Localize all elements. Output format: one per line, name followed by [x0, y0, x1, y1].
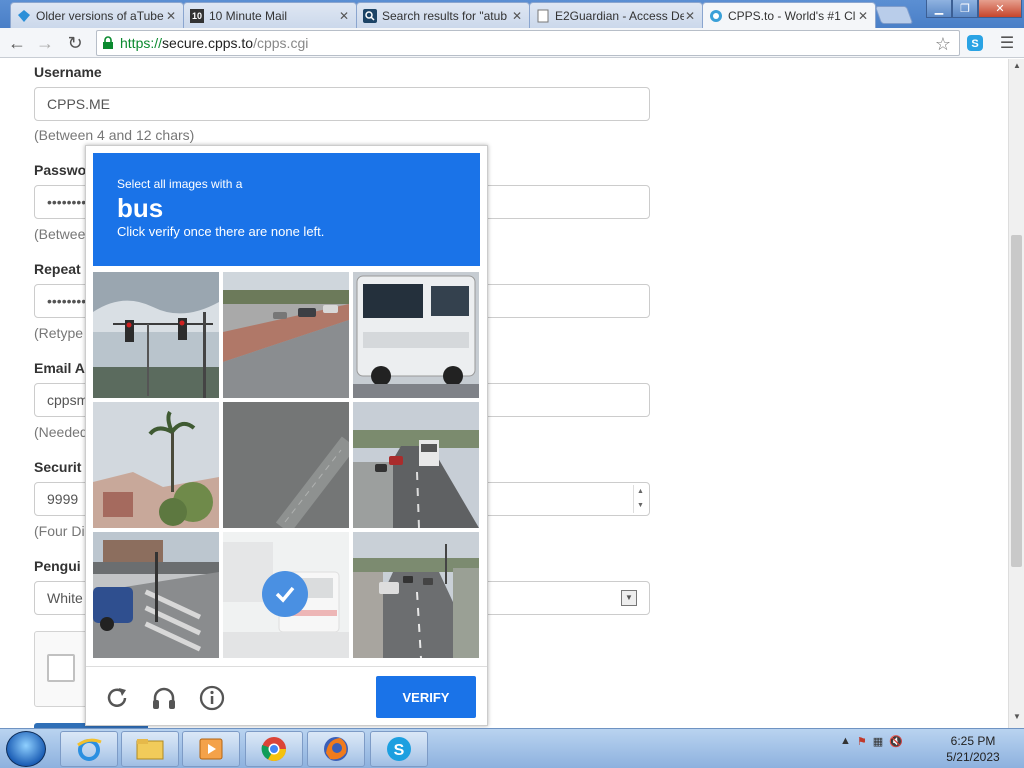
bookmark-star-icon[interactable]: ☆	[935, 34, 951, 55]
clock[interactable]: 6:25 PM 5/21/2023	[936, 733, 1010, 765]
close-icon[interactable]: ✕	[857, 9, 869, 23]
svg-text:S: S	[971, 38, 978, 50]
page-icon	[536, 9, 550, 23]
system-tray: ▲ ⚑ ▦ 🔇	[840, 735, 903, 748]
password-help: (Betwee	[34, 226, 86, 242]
firefox-icon[interactable]	[307, 731, 365, 767]
address-bar[interactable]: https://secure.cpps.to/cpps.cgi ☆	[96, 30, 960, 56]
username-input[interactable]: CPPS.ME	[34, 87, 650, 121]
close-icon[interactable]: ✕	[511, 9, 523, 23]
challenge-tile-street-bus[interactable]	[353, 402, 479, 528]
email-label: Email A	[34, 360, 85, 376]
challenge-tile-storefront-bus[interactable]	[223, 532, 349, 658]
url-protocol: https://	[120, 35, 163, 51]
challenge-tile-road-cars[interactable]	[223, 272, 349, 398]
internet-explorer-icon[interactable]	[60, 731, 118, 767]
lock-icon	[103, 36, 113, 49]
challenge-footer: VERIFY	[86, 666, 487, 726]
repeat-password-label: Repeat	[34, 261, 81, 277]
captcha-challenge: Select all images with a bus Click verif…	[85, 145, 488, 726]
close-icon[interactable]: ✕	[684, 9, 696, 23]
close-icon[interactable]: ✕	[165, 9, 177, 23]
selected-check-icon	[262, 571, 308, 617]
scroll-thumb[interactable]	[1011, 235, 1022, 567]
security-value: 9999	[47, 491, 79, 507]
tab-search-results[interactable]: Search results for "atub ✕	[356, 2, 530, 28]
back-icon[interactable]: ←	[6, 32, 28, 54]
minimize-button[interactable]: ▁	[926, 0, 952, 18]
username-help: (Between 4 and 12 chars)	[34, 127, 195, 143]
tab-strip: Older versions of aTube ✕ 10 10 Minute M…	[0, 0, 1024, 28]
security-label: Securit	[34, 459, 82, 475]
cpps-icon	[709, 9, 723, 23]
volume-muted-icon[interactable]: 🔇	[889, 735, 903, 748]
headphones-icon[interactable]	[151, 685, 177, 711]
security-help: (Four Di	[34, 523, 85, 539]
info-icon[interactable]	[199, 685, 225, 711]
email-help: (Needed	[34, 424, 88, 440]
clock-time: 6:25 PM	[950, 734, 996, 748]
penguin-color-value: White	[47, 590, 83, 606]
file-explorer-icon[interactable]	[121, 731, 179, 767]
10-icon: 10	[190, 8, 204, 23]
skype-icon[interactable]: S	[370, 731, 428, 767]
show-hidden-icons-icon[interactable]: ▲	[840, 735, 851, 748]
challenge-tile-bus-closeup[interactable]	[353, 272, 479, 398]
diamond-icon	[17, 9, 31, 23]
tab-e2guardian[interactable]: E2Guardian - Access De ✕	[529, 2, 703, 28]
start-button[interactable]	[6, 731, 46, 767]
reload-icon[interactable]: ↻	[64, 32, 86, 54]
url-host: secure.cpps.to	[162, 35, 254, 51]
challenge-object: bus	[117, 193, 164, 223]
windows-taskbar: S ▲ ⚑ ▦ 🔇 6:25 PM 5/21/2023	[0, 728, 1024, 768]
challenge-tile-wide-street[interactable]	[353, 532, 479, 658]
challenge-tile-palm-houses[interactable]	[93, 402, 219, 528]
challenge-tile-crosswalk-car[interactable]	[93, 532, 219, 658]
clock-date: 5/21/2023	[946, 750, 1000, 764]
dropdown-arrow-icon[interactable]: ▼	[621, 590, 637, 606]
challenge-header: Select all images with a bus Click verif…	[93, 153, 480, 266]
new-tab-button[interactable]	[874, 6, 914, 24]
action-center-icon[interactable]: ⚑	[857, 735, 867, 748]
challenge-note: Click verify once there are none left.	[117, 224, 325, 239]
network-icon[interactable]: ▦	[873, 735, 883, 748]
verify-button[interactable]: VERIFY	[376, 676, 476, 718]
repeat-password-help: (Retype	[34, 325, 84, 341]
vertical-scrollbar[interactable]: ▲ ▼	[1008, 59, 1024, 728]
tab-10-minute-mail[interactable]: 10 10 Minute Mail ✕	[183, 2, 357, 28]
skype-extension-icon[interactable]: S	[964, 32, 986, 54]
close-icon[interactable]: ✕	[338, 9, 350, 23]
username-label: Username	[34, 64, 102, 80]
scroll-down-icon[interactable]: ▼	[1009, 712, 1024, 726]
penguin-label: Pengui	[34, 558, 81, 574]
password-label: Passwo	[34, 162, 87, 178]
challenge-intro: Select all images with a	[117, 177, 243, 191]
maximize-button[interactable]: ❐	[952, 0, 978, 18]
number-spinner[interactable]: ▲ ▼	[633, 485, 647, 513]
forward-icon[interactable]: →	[34, 32, 56, 54]
media-player-icon[interactable]	[182, 731, 240, 767]
spinner-down-icon[interactable]: ▼	[634, 499, 647, 513]
tab-cpps[interactable]: CPPS.to - World's #1 Cl ✕	[702, 2, 876, 28]
recaptcha-checkbox[interactable]	[47, 654, 75, 682]
challenge-tile-aerial-road[interactable]	[223, 402, 349, 528]
browser-toolbar: ← → ↻ https://secure.cpps.to/cpps.cgi ☆ …	[0, 28, 1024, 58]
svg-text:S: S	[394, 742, 405, 759]
scroll-up-icon[interactable]: ▲	[1009, 61, 1024, 75]
chrome-icon[interactable]	[245, 731, 303, 767]
search-icon	[363, 8, 377, 23]
challenge-tile-traffic-lights[interactable]	[93, 272, 219, 398]
menu-icon[interactable]: ☰	[996, 32, 1018, 54]
url-path: /cpps.cgi	[253, 35, 309, 51]
spinner-up-icon[interactable]: ▲	[634, 485, 647, 499]
refresh-icon[interactable]	[104, 685, 130, 711]
tab-atube[interactable]: Older versions of aTube ✕	[10, 2, 184, 28]
close-window-button[interactable]: ✕	[978, 0, 1022, 18]
